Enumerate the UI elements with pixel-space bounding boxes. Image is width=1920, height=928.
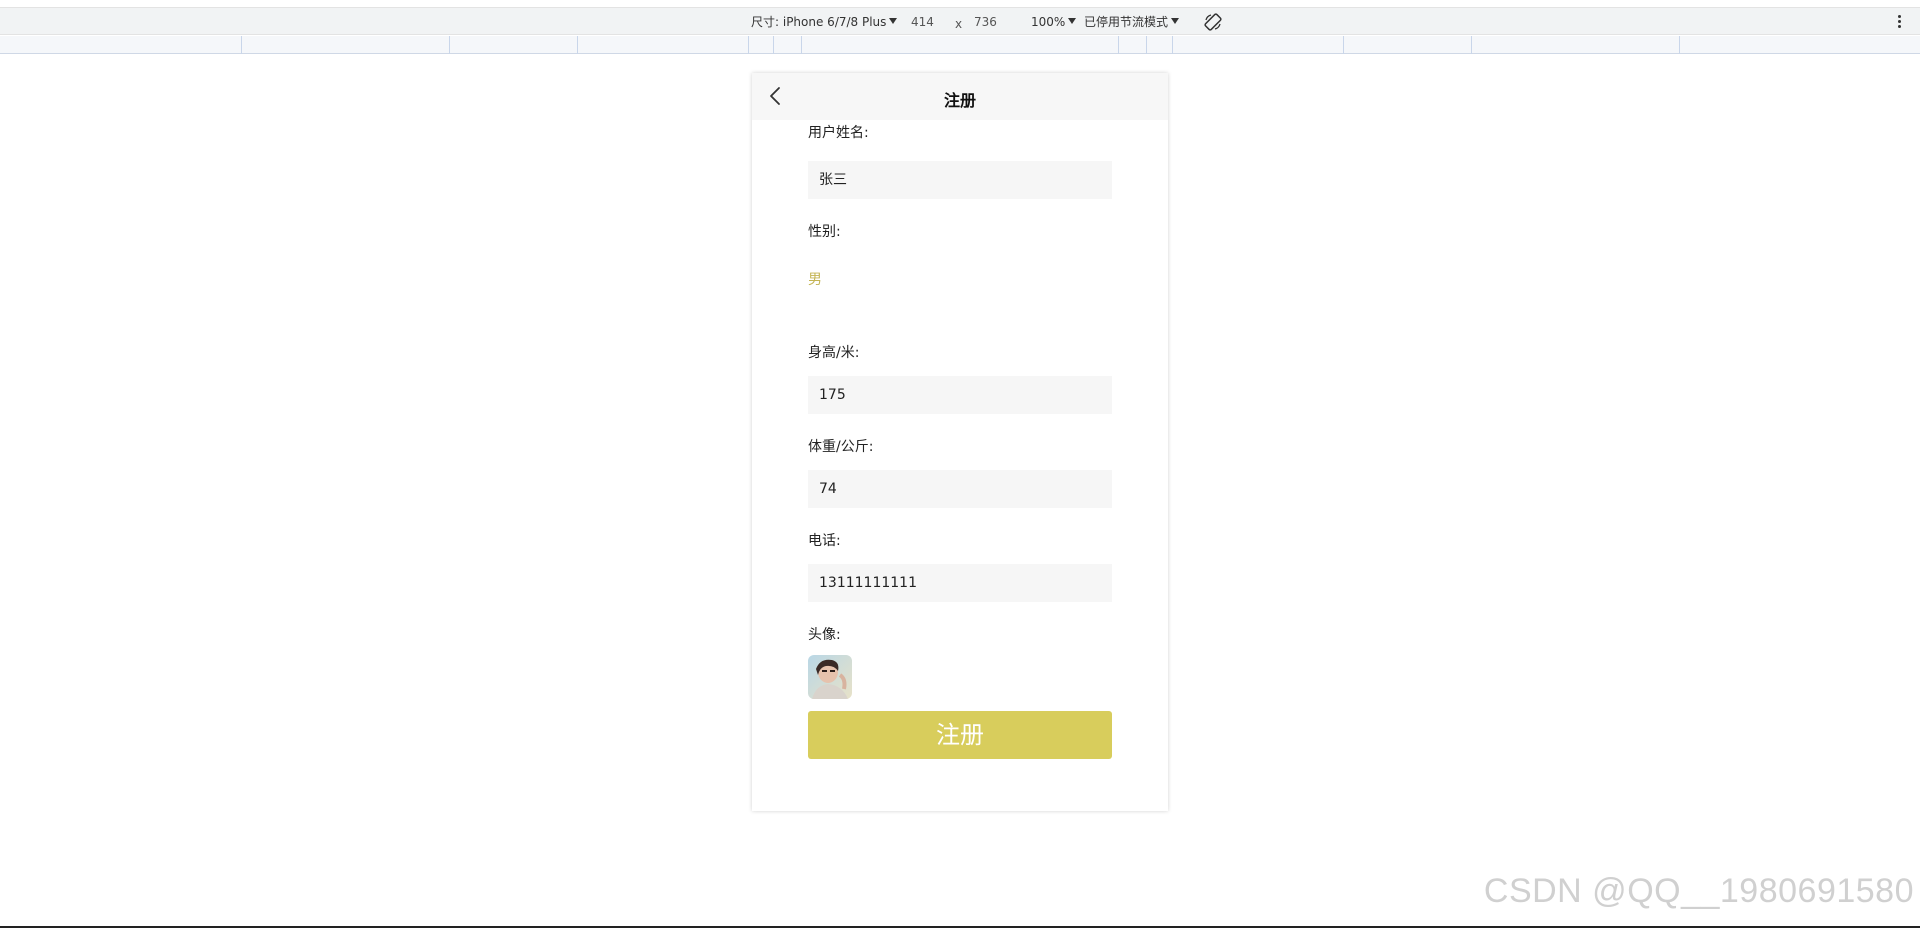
nav-bar: 注册	[752, 73, 1168, 120]
height-input[interactable]: 736	[974, 15, 997, 29]
name-label: 用户姓名:	[808, 125, 869, 141]
device-toolbar: 尺寸: iPhone 6/7/8 Plus 414 x 736 100% 已停用…	[0, 7, 1920, 35]
rotate-icon[interactable]	[1203, 12, 1223, 32]
weight-input[interactable]: 74	[808, 470, 1112, 508]
device-select-label: 尺寸: iPhone 6/7/8 Plus	[751, 15, 887, 29]
weight-label: 体重/公斤:	[808, 439, 874, 455]
zoom-select[interactable]: 100%	[1031, 15, 1077, 29]
width-input[interactable]: 414	[911, 15, 934, 29]
phone-label: 电话:	[808, 533, 841, 549]
throttle-select-label: 已停用节流模式	[1084, 15, 1169, 29]
more-options-icon[interactable]	[1896, 14, 1902, 30]
avatar-image[interactable]	[808, 655, 852, 699]
dimension-separator: x	[955, 17, 963, 31]
register-form: 用户姓名: 张三 性别: 男 身高/米: 175 体重/公斤: 74 电话: 1…	[808, 123, 1112, 759]
throttle-select[interactable]: 已停用节流模式	[1084, 15, 1180, 29]
chevron-down-icon	[889, 18, 898, 24]
media-query-ruler	[0, 36, 1920, 54]
zoom-select-label: 100%	[1031, 15, 1066, 29]
phone-input[interactable]: 13111111111	[808, 564, 1112, 602]
register-button[interactable]: 注册	[808, 711, 1112, 759]
chevron-down-icon	[1068, 18, 1077, 24]
gender-option-male[interactable]: 男	[808, 270, 1112, 290]
avatar-label: 头像:	[808, 627, 841, 643]
height-input[interactable]: 175	[808, 376, 1112, 414]
name-input[interactable]: 张三	[808, 161, 1112, 199]
watermark: CSDN @QQ__1980691580	[1483, 872, 1914, 910]
phone-viewport: 注册 用户姓名: 张三 性别: 男 身高/米: 175 体重/公斤: 74 电话…	[752, 73, 1168, 811]
chevron-down-icon	[1171, 18, 1180, 24]
gender-label: 性别:	[808, 224, 841, 240]
page-title: 注册	[943, 91, 976, 110]
height-label: 身高/米:	[808, 345, 860, 361]
device-select[interactable]: 尺寸: iPhone 6/7/8 Plus	[751, 15, 898, 29]
avatar-photo	[808, 655, 852, 699]
